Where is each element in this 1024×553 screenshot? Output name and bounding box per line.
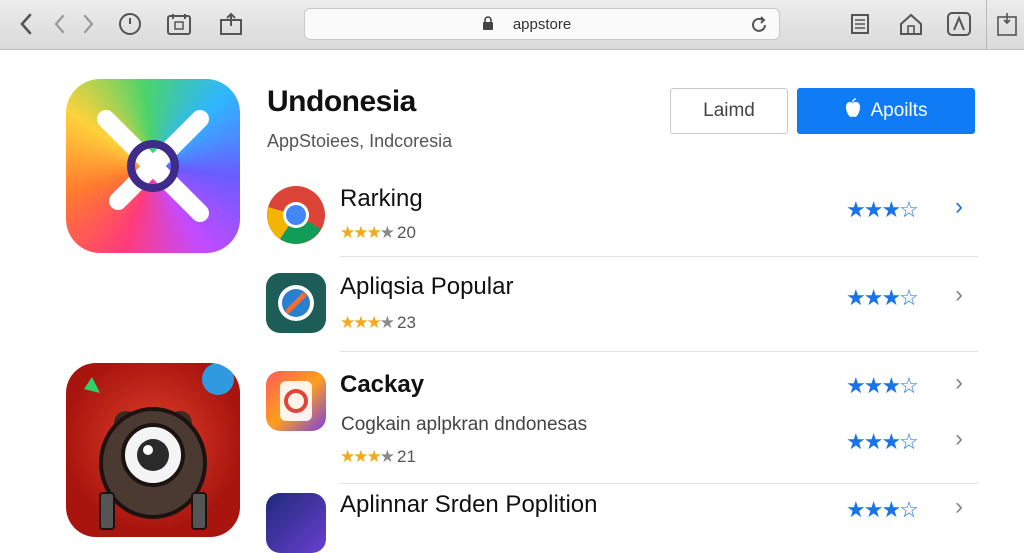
back-icon[interactable] [14,10,38,38]
star-rating: ★★★☆ [846,373,919,398]
divider [340,483,978,484]
forward-icon[interactable] [78,10,100,38]
chevron-right-icon[interactable]: › [955,425,963,453]
app-name: Apliqsia Popular [340,273,514,300]
divider [340,256,978,257]
bookmark-icon[interactable] [944,10,974,38]
rating-count: 21 [396,447,416,466]
rating-count: 20 [396,223,416,242]
apple-icon [844,98,862,124]
reader-icon[interactable] [846,10,874,38]
app-name: Rarking [340,185,423,212]
chevron-right-icon[interactable]: › [955,493,963,521]
list-item[interactable]: Aplinnar Srden Poplition ★★★☆ › [262,489,978,553]
page-title: Undonesia [267,85,416,118]
reload-icon[interactable] [749,15,769,40]
chrome-icon [266,185,326,245]
star-rating: ★★★☆ [846,197,919,222]
featured-app-icon[interactable] [66,79,240,253]
chevron-right-icon[interactable]: › [955,281,963,309]
app-icon [266,371,326,431]
app-rating: ★★★★ 23 [340,313,416,333]
rating-stars: ★★★★ [340,447,395,466]
calendar-icon[interactable] [164,10,194,38]
app-rating: ★★★★ 21 [340,447,416,467]
share-icon[interactable] [216,10,246,38]
rating-stars: ★★★★ [340,223,395,242]
chevron-right-icon[interactable]: › [955,193,963,221]
star-rating: ★★★☆ [846,429,919,454]
app-store-page: Undonesia AppStoiees, Indcoresia Laimd A… [0,51,1024,553]
list-item[interactable]: ★★★★ 21 ★★★☆ › [262,425,978,469]
star-rating: ★★★☆ [846,285,919,310]
url-text: appstore [512,16,572,33]
history-icon[interactable] [116,10,144,38]
rating-count: 23 [396,313,416,332]
app-name: Aplinnar Srden Poplition [340,491,598,518]
game-app-icon[interactable] [66,363,240,537]
home-icon[interactable] [896,10,926,38]
page-subtitle: AppStoiees, Indcoresia [267,131,453,151]
rating-stars: ★★★★ [340,313,395,332]
app-icon [266,273,326,333]
divider [340,351,978,352]
app-icon [266,493,326,553]
app-name: Cackay [340,371,425,398]
chevron-right-icon[interactable]: › [955,369,963,397]
secondary-button[interactable]: Laimd [670,88,788,134]
list-item[interactable]: Rarking ★★★★ 20 ★★★☆ › [262,183,978,253]
app-rating: ★★★★ 20 [340,223,416,243]
sidebar-icon[interactable] [994,10,1020,38]
address-bar[interactable]: appstore [304,8,780,40]
primary-button-label: Apoilts [870,100,928,121]
list-item[interactable]: Apliqsia Popular ★★★★ 23 ★★★☆ › [262,271,978,341]
lock-icon [482,16,494,36]
browser-toolbar: appstore [0,0,1024,50]
star-rating: ★★★☆ [846,497,919,522]
primary-button[interactable]: Apoilts [797,88,975,134]
back-disabled-icon[interactable] [48,10,70,38]
